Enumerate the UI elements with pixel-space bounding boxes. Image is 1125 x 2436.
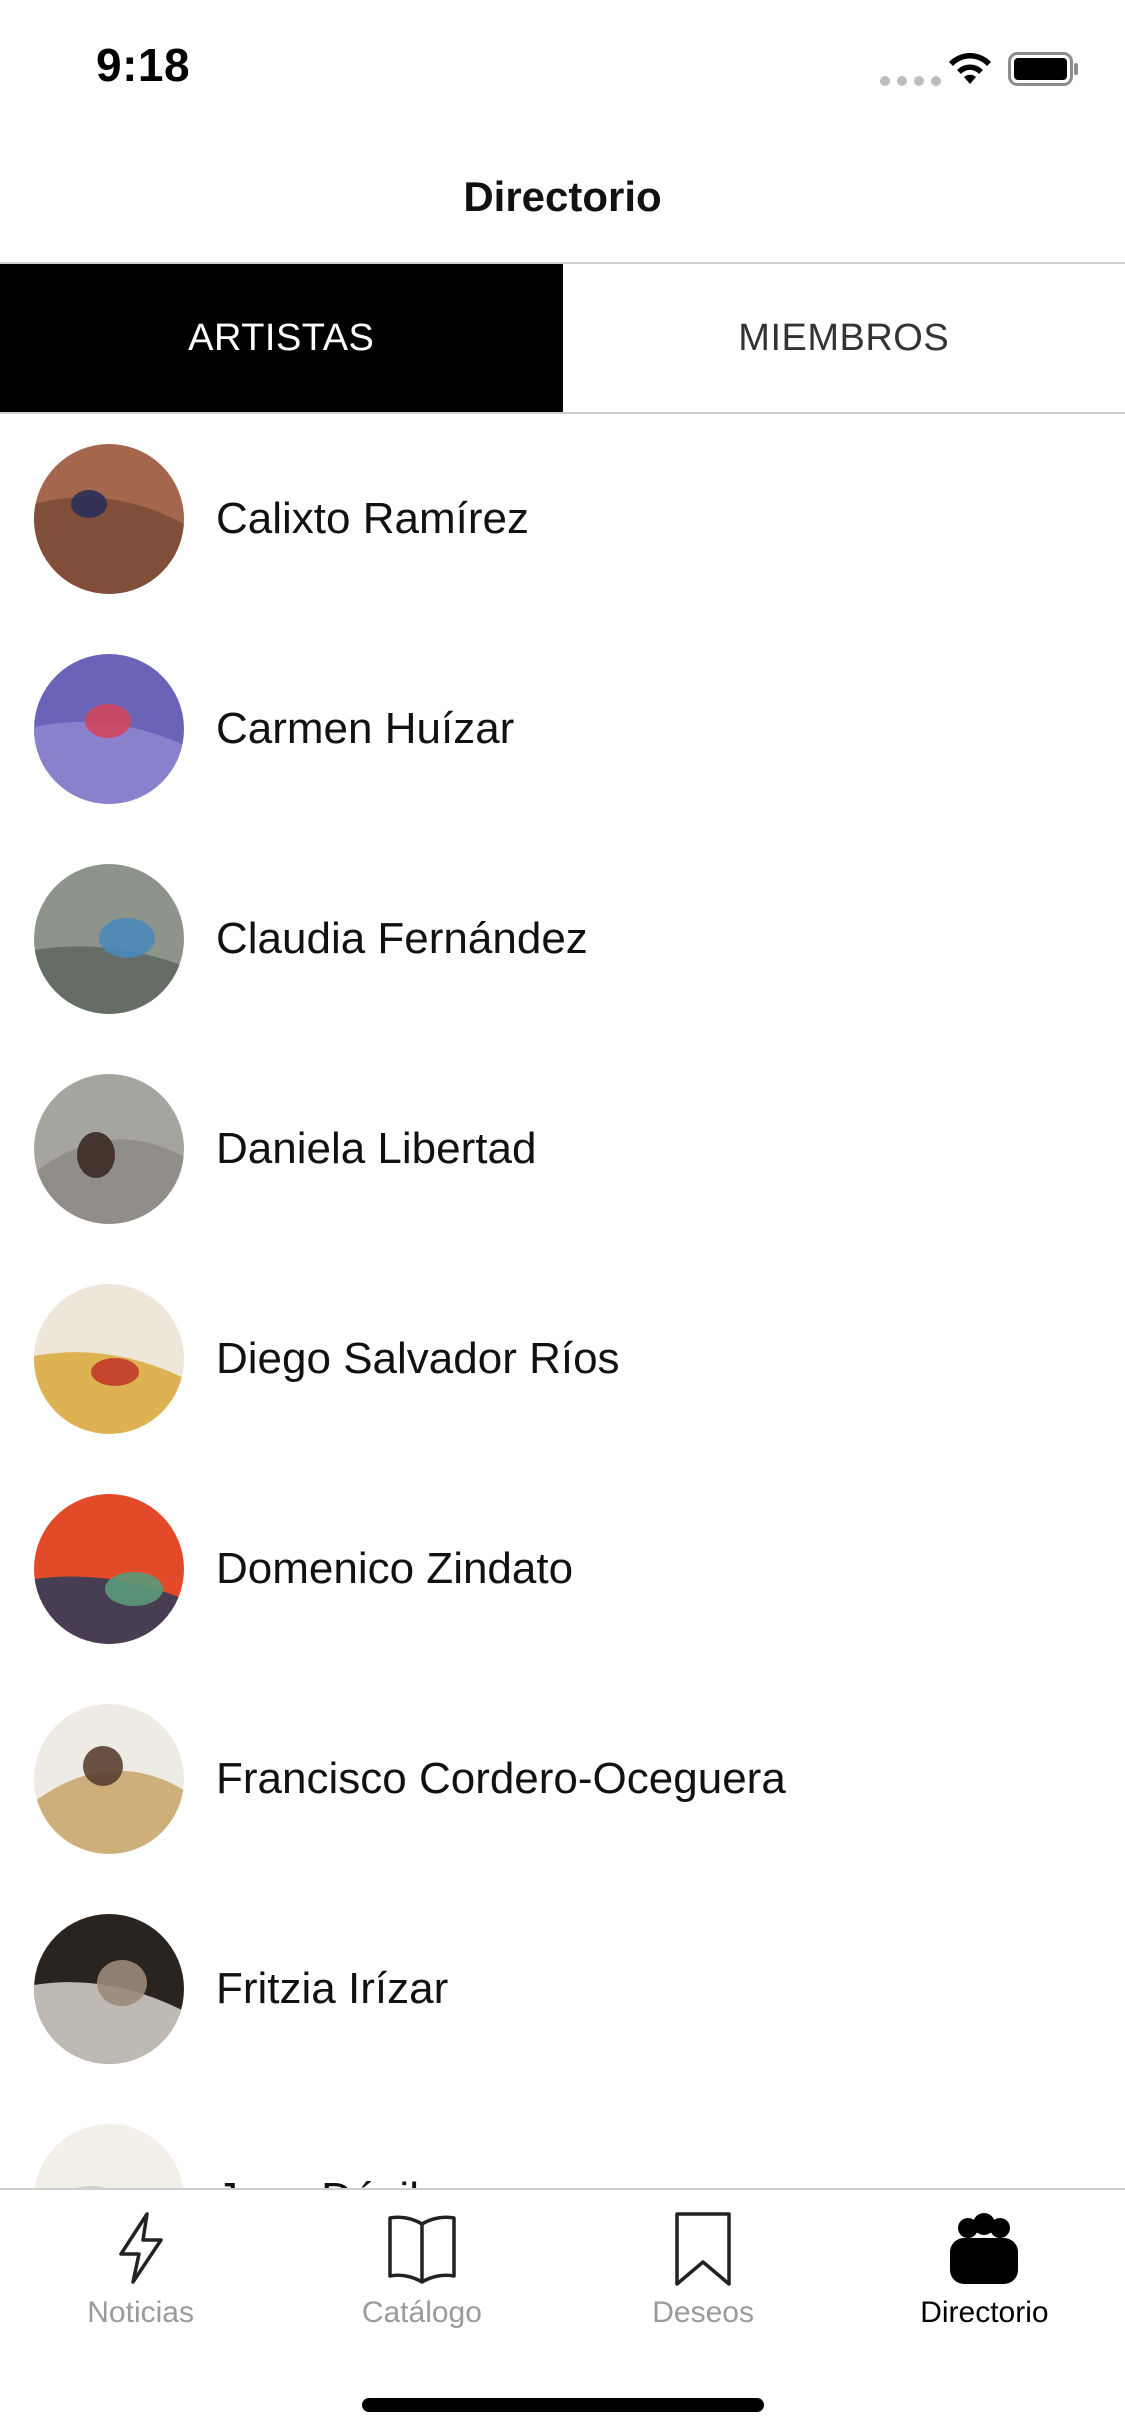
artist-row[interactable]: Claudia Fernández bbox=[0, 834, 1125, 1044]
tab-bar-item-directorio[interactable]: Directorio bbox=[844, 2190, 1125, 2350]
artist-name: Domenico Zindato bbox=[216, 1544, 574, 1593]
artist-row[interactable]: Carmen Huízar bbox=[0, 624, 1125, 834]
artist-avatar bbox=[34, 1494, 184, 1644]
artist-name: Daniela Libertad bbox=[216, 1124, 537, 1173]
artist-row[interactable]: Calixto Ramírez bbox=[0, 414, 1125, 624]
artist-name: Calixto Ramírez bbox=[216, 494, 529, 543]
artist-name: Carmen Huízar bbox=[216, 704, 515, 753]
tab-artistas[interactable]: ARTISTAS bbox=[0, 264, 563, 412]
home-indicator bbox=[362, 2398, 764, 2412]
artist-name: Francisco Cordero-Oceguera bbox=[216, 1754, 786, 1803]
cellular-signal-icon bbox=[880, 76, 941, 86]
artist-list: Calixto Ramírez Carmen Huízar Claudia Fern… bbox=[0, 414, 1125, 2190]
tab-bar-label: Deseos bbox=[652, 2296, 754, 2329]
artist-avatar bbox=[34, 1074, 184, 1224]
book-icon bbox=[388, 2215, 456, 2284]
artist-row[interactable]: Diego Salvador Ríos bbox=[0, 1254, 1125, 1464]
lightning-icon bbox=[118, 2212, 163, 2284]
people-icon bbox=[950, 2213, 1019, 2284]
tab-bar-item-catalogo[interactable]: Catálogo bbox=[281, 2190, 562, 2350]
artist-row[interactable]: Francisco Cordero-Oceguera bbox=[0, 1674, 1125, 1884]
artist-row[interactable]: Fritzia Irízar bbox=[0, 1884, 1125, 2094]
artist-row[interactable]: Daniela Libertad bbox=[0, 1044, 1125, 1254]
page-title: Directorio bbox=[463, 173, 662, 220]
navigation-header: Directorio bbox=[0, 132, 1125, 264]
artist-name: Fritzia Irízar bbox=[216, 1964, 449, 2013]
tab-bar-label: Directorio bbox=[920, 2296, 1049, 2329]
bookmark-icon bbox=[675, 2212, 731, 2286]
status-time: 9:18 bbox=[96, 39, 191, 91]
tab-bar-item-deseos[interactable]: Deseos bbox=[563, 2190, 844, 2350]
artist-avatar bbox=[34, 1914, 184, 2064]
artist-avatar bbox=[34, 654, 184, 804]
artist-row[interactable]: Jose Dávila bbox=[0, 2094, 1125, 2190]
tab-bar-label: Catálogo bbox=[361, 2296, 482, 2329]
artist-avatar bbox=[34, 2124, 184, 2190]
tab-miembros[interactable]: MIEMBROS bbox=[562, 264, 1125, 412]
artist-avatar bbox=[34, 864, 184, 1014]
wifi-icon bbox=[949, 53, 991, 84]
artist-avatar bbox=[34, 444, 184, 594]
battery-icon bbox=[1008, 52, 1078, 86]
bottom-tab-bar: Noticias Catálogo Deseos Directorio bbox=[0, 2188, 1125, 2436]
tab-bar-item-noticias[interactable]: Noticias bbox=[0, 2190, 281, 2350]
artist-avatar bbox=[34, 1704, 184, 1854]
segmented-tabs: ARTISTAS MIEMBROS bbox=[0, 264, 1125, 414]
artist-name: Diego Salvador Ríos bbox=[216, 1334, 620, 1383]
artist-avatar bbox=[34, 1284, 184, 1434]
artist-row[interactable]: Domenico Zindato bbox=[0, 1464, 1125, 1674]
status-bar: 9:18 bbox=[0, 0, 1125, 132]
tab-bar-label: Noticias bbox=[87, 2296, 194, 2329]
artist-name: Claudia Fernández bbox=[216, 914, 588, 963]
